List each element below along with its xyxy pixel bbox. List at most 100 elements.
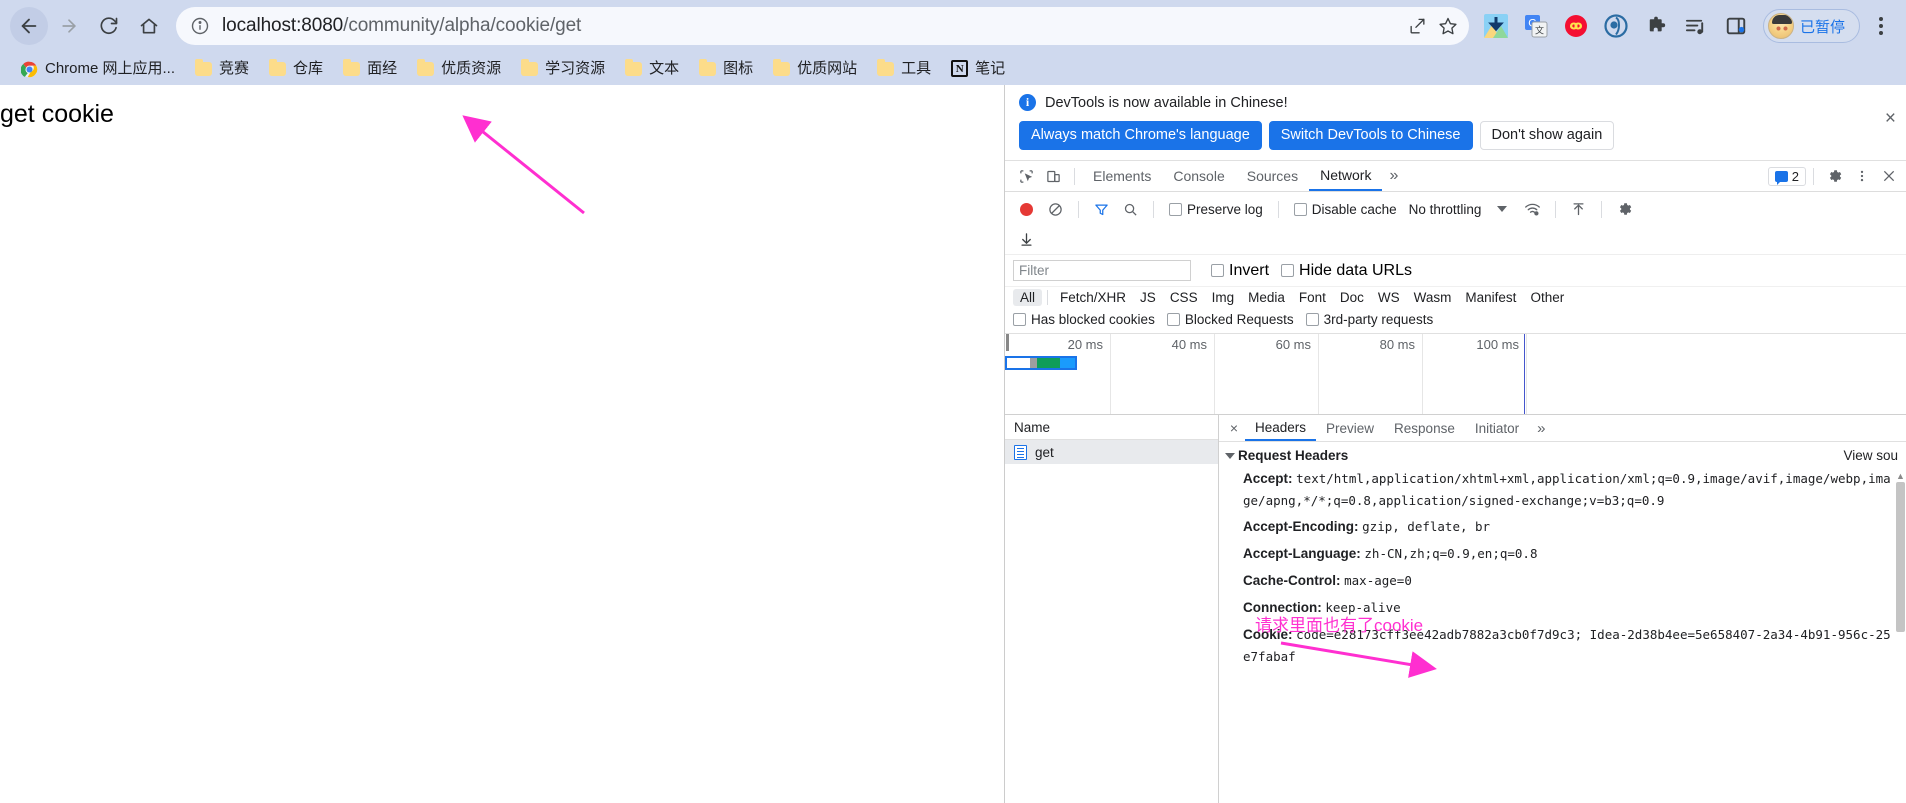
- detail-tab-response[interactable]: Response: [1384, 415, 1465, 441]
- filter-input[interactable]: [1013, 260, 1191, 282]
- close-icon[interactable]: ×: [1223, 420, 1245, 436]
- chrome-menu-icon[interactable]: [1866, 9, 1896, 43]
- bookmark-folder-5[interactable]: 学习资源: [512, 58, 614, 79]
- bookmark-folder-7[interactable]: 图标: [690, 58, 762, 79]
- bookmark-folder-2[interactable]: 仓库: [260, 58, 332, 79]
- tab-elements[interactable]: Elements: [1082, 161, 1162, 191]
- bookmark-folder-4[interactable]: 优质资源: [408, 58, 510, 79]
- request-headers-section-header[interactable]: Request Headers View sou: [1219, 448, 1906, 463]
- import-har-icon[interactable]: [1565, 196, 1592, 222]
- throttling-select[interactable]: No throttling: [1405, 202, 1486, 217]
- puzzle-icon[interactable]: [1642, 12, 1670, 40]
- device-toolbar-icon[interactable]: [1040, 163, 1067, 189]
- type-filter-css[interactable]: CSS: [1163, 289, 1205, 306]
- type-filter-doc[interactable]: Doc: [1333, 289, 1371, 306]
- search-icon[interactable]: [1117, 196, 1144, 222]
- bookmark-folder-3[interactable]: 面经: [334, 58, 406, 79]
- scroll-up-icon[interactable]: ▲: [1895, 471, 1906, 481]
- folder-icon: [195, 58, 213, 76]
- type-filter-wasm[interactable]: Wasm: [1407, 289, 1459, 306]
- type-filter-font[interactable]: Font: [1292, 289, 1333, 306]
- filter-funnel-icon[interactable]: [1088, 196, 1115, 222]
- star-icon[interactable]: [1433, 11, 1463, 41]
- header-accept-language: Accept-Language: zh-CN,zh;q=0.9,en;q=0.8: [1219, 538, 1906, 565]
- type-filter-js[interactable]: JS: [1133, 289, 1163, 306]
- eye-icon[interactable]: [1602, 12, 1630, 40]
- always-match-chrome-language-button[interactable]: Always match Chrome's language: [1019, 121, 1262, 151]
- network-conditions-icon[interactable]: [1519, 196, 1546, 222]
- detail-tab-headers[interactable]: Headers: [1245, 415, 1317, 442]
- tab-sources[interactable]: Sources: [1236, 161, 1309, 191]
- playlist-icon[interactable]: [1682, 12, 1710, 40]
- chevron-down-icon[interactable]: [1225, 452, 1235, 459]
- has-blocked-cookies-checkbox[interactable]: Has blocked cookies: [1013, 312, 1161, 327]
- browser-toolbar: localhost:8080/community/alpha/cookie/ge…: [0, 0, 1906, 52]
- detail-scrollbar[interactable]: ▲: [1895, 470, 1906, 803]
- section-title: Request Headers: [1238, 448, 1349, 464]
- network-settings-gear-icon[interactable]: [1611, 196, 1638, 222]
- issues-count: 2: [1791, 168, 1799, 184]
- blocked-requests-checkbox[interactable]: Blocked Requests: [1161, 312, 1300, 327]
- record-button[interactable]: [1013, 196, 1040, 222]
- bookmark-notion[interactable]: N 笔记: [942, 57, 1014, 80]
- export-har-icon[interactable]: [1013, 226, 1040, 252]
- issues-badge[interactable]: 2: [1767, 166, 1806, 186]
- disable-cache-checkbox[interactable]: Disable cache: [1288, 202, 1403, 217]
- info-icon[interactable]: [190, 16, 210, 36]
- table-row[interactable]: get: [1005, 440, 1218, 465]
- tab-network[interactable]: Network: [1309, 161, 1383, 192]
- hide-data-urls-checkbox[interactable]: Hide data URLs: [1275, 262, 1418, 280]
- chevron-more-icon[interactable]: »: [1529, 420, 1553, 437]
- share-icon[interactable]: [1403, 11, 1433, 41]
- bookmark-folder-9[interactable]: 工具: [868, 58, 940, 79]
- download-manager-icon[interactable]: [1482, 12, 1510, 40]
- type-filter-ws[interactable]: WS: [1371, 289, 1407, 306]
- bookmark-folder-1[interactable]: 竞赛: [186, 58, 258, 79]
- third-party-requests-checkbox[interactable]: 3rd-party requests: [1300, 312, 1440, 327]
- google-translate-icon[interactable]: G 文: [1522, 12, 1550, 40]
- chevron-down-icon[interactable]: [1497, 206, 1508, 213]
- bookmark-folder-8[interactable]: 优质网站: [764, 58, 866, 79]
- clear-icon[interactable]: [1042, 196, 1069, 222]
- tab-console[interactable]: Console: [1162, 161, 1235, 191]
- switch-devtools-to-chinese-button[interactable]: Switch DevTools to Chinese: [1268, 121, 1473, 151]
- type-filter-other[interactable]: Other: [1523, 289, 1571, 306]
- three-dot-menu-icon[interactable]: [1848, 163, 1875, 189]
- preserve-log-checkbox[interactable]: Preserve log: [1163, 202, 1269, 217]
- type-filter-img[interactable]: Img: [1205, 289, 1242, 306]
- type-filter-media[interactable]: Media: [1241, 289, 1292, 306]
- network-timeline-overview[interactable]: 20 ms 40 ms 60 ms 80 ms 100 ms: [1005, 334, 1906, 416]
- url-text[interactable]: localhost:8080/community/alpha/cookie/ge…: [222, 15, 1403, 37]
- has-blocked-cookies-label: Has blocked cookies: [1031, 312, 1155, 328]
- close-icon[interactable]: [1875, 163, 1902, 189]
- type-filter-fetch-xhr[interactable]: Fetch/XHR: [1053, 289, 1133, 306]
- folder-icon: [699, 58, 717, 76]
- type-filter-all[interactable]: All: [1013, 289, 1043, 307]
- back-icon[interactable]: [10, 7, 48, 45]
- infinity-icon[interactable]: [1562, 12, 1590, 40]
- timeline-tick-60ms: 60 ms: [1275, 337, 1311, 353]
- bookmark-chrome-web-store[interactable]: Chrome 网上应用...: [12, 58, 184, 80]
- header-value: max-age=0: [1344, 572, 1412, 588]
- forward-icon[interactable]: [50, 7, 88, 45]
- inspect-element-icon[interactable]: [1013, 163, 1040, 189]
- close-icon[interactable]: ×: [1885, 109, 1896, 128]
- sidepanel-icon[interactable]: [1722, 12, 1750, 40]
- home-icon[interactable]: [130, 7, 168, 45]
- type-filter-manifest[interactable]: Manifest: [1458, 289, 1523, 306]
- detail-tab-initiator[interactable]: Initiator: [1465, 415, 1529, 441]
- reload-icon[interactable]: [90, 7, 128, 45]
- resource-type-filters: All Fetch/XHR JS CSS Img Media Font Doc …: [1005, 287, 1906, 310]
- address-bar[interactable]: localhost:8080/community/alpha/cookie/ge…: [176, 7, 1469, 45]
- header-value: gzip, deflate, br: [1362, 519, 1491, 535]
- bookmark-folder-6[interactable]: 文本: [616, 58, 688, 79]
- chevron-more-icon[interactable]: »: [1382, 167, 1405, 185]
- gear-icon[interactable]: [1821, 163, 1848, 189]
- view-source-link[interactable]: View sou: [1843, 448, 1898, 463]
- profile-button[interactable]: 已暂停: [1762, 9, 1860, 43]
- invert-checkbox[interactable]: Invert: [1205, 262, 1275, 280]
- scrollbar-thumb[interactable]: [1896, 482, 1905, 633]
- dont-show-again-button[interactable]: Don't show again: [1479, 121, 1615, 151]
- bookmark-label: 仓库: [293, 60, 324, 77]
- detail-tab-preview[interactable]: Preview: [1316, 415, 1384, 441]
